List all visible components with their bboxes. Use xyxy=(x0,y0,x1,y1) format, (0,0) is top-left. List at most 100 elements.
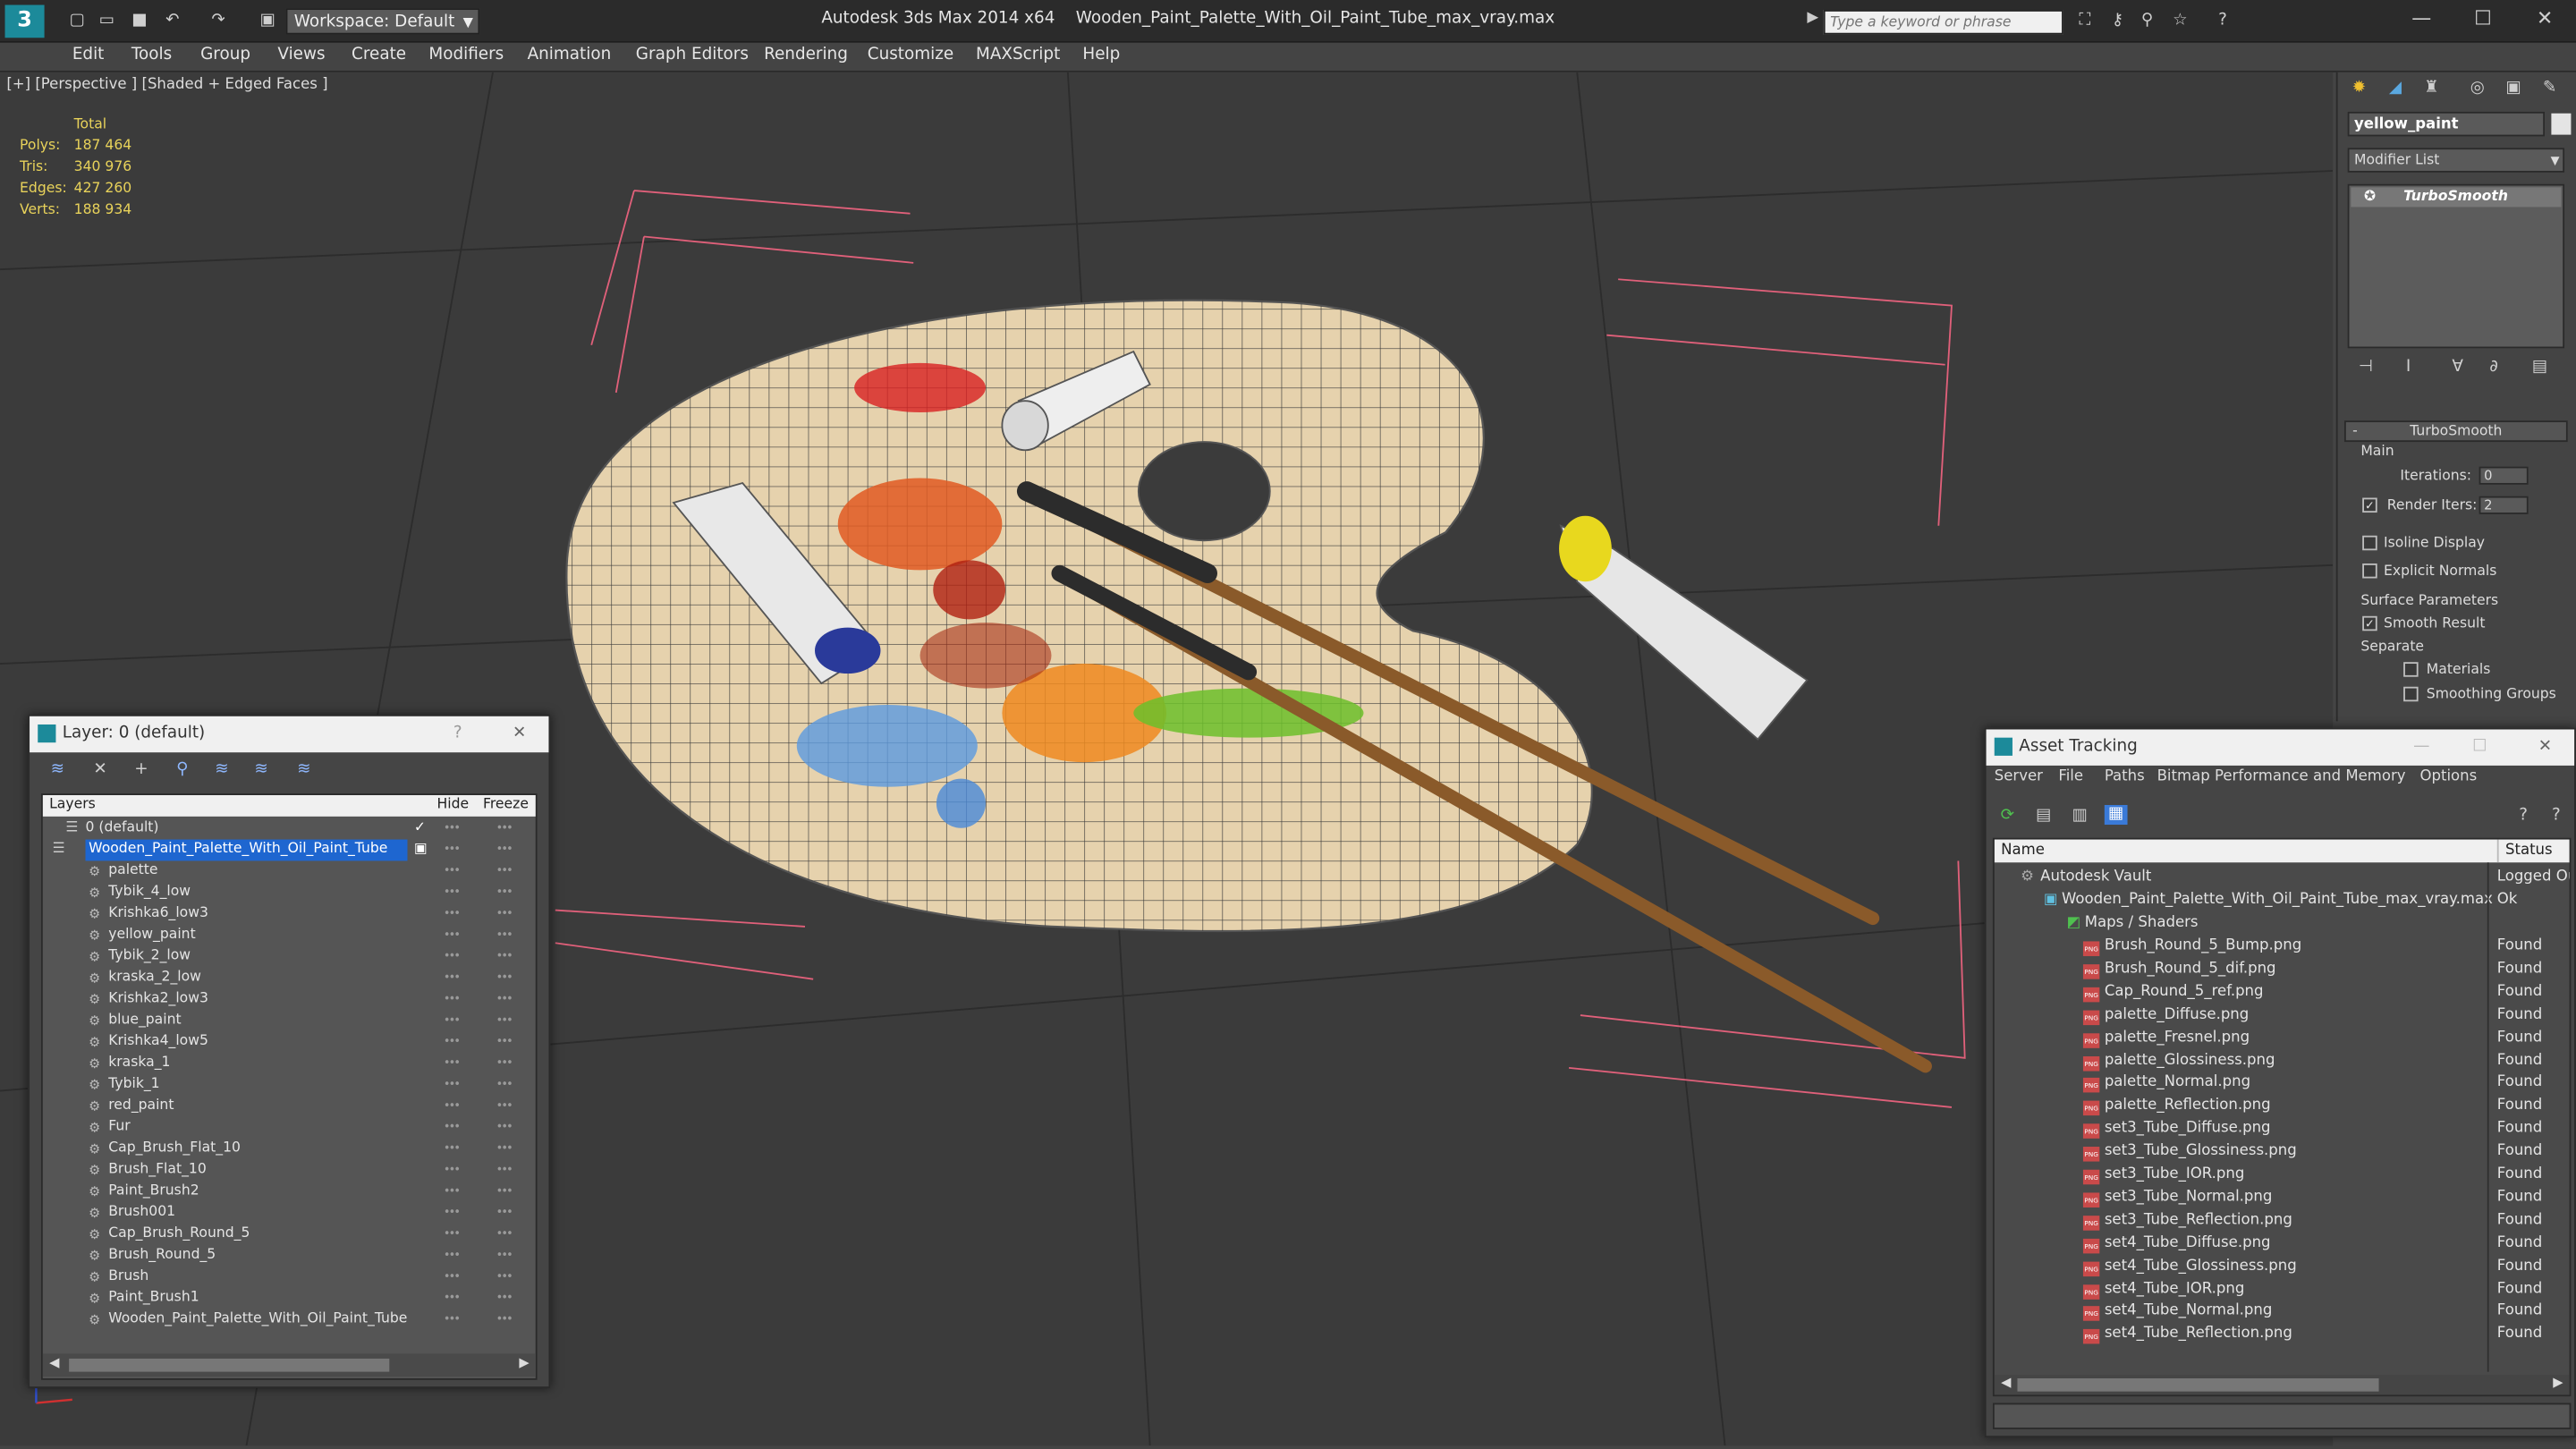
layer-object-row[interactable]: ⚙ Krishka4_low5 ••• ••• xyxy=(43,1031,536,1053)
hide-toggle[interactable]: ••• xyxy=(444,968,461,989)
show-end-result-icon[interactable]: I xyxy=(2397,358,2420,377)
layer-object-row[interactable]: ⚙ Brush_Flat_10 ••• ••• xyxy=(43,1160,536,1182)
help-icon[interactable]: ? xyxy=(2512,807,2535,826)
hide-toggle[interactable]: ••• xyxy=(444,1309,461,1331)
freeze-toggle[interactable]: ••• xyxy=(496,1139,513,1160)
asset-menu-options[interactable]: Options xyxy=(2419,769,2477,785)
layer-object-row[interactable]: ⚙ yellow_paint ••• ••• xyxy=(43,925,536,946)
asset-menu-file[interactable]: File xyxy=(2058,769,2083,785)
vault-row[interactable]: ⚙ Autodesk Vault Logged Ou xyxy=(1995,866,2569,889)
hide-toggle[interactable]: ••• xyxy=(444,840,461,861)
hide-toggle[interactable]: ••• xyxy=(444,925,461,946)
new-layer-icon[interactable]: ≋ xyxy=(46,760,69,780)
layer-window-title-bar[interactable]: Layer: 0 (default) ? ✕ xyxy=(30,716,549,753)
display-tab-icon[interactable]: ▣ xyxy=(2502,79,2525,98)
hide-toggle[interactable]: ••• xyxy=(444,882,461,903)
layer-object-row[interactable]: ⚙ kraska_1 ••• ••• xyxy=(43,1053,536,1074)
menu-tools[interactable]: Tools xyxy=(131,46,172,64)
asset-map-row[interactable]: PNG palette_Reflection.png Found xyxy=(1995,1095,2570,1118)
menu-rendering[interactable]: Rendering xyxy=(764,46,848,64)
hide-toggle[interactable]: ••• xyxy=(444,1160,461,1182)
help-icon[interactable]: ? xyxy=(2211,12,2234,31)
rollout-header[interactable]: - TurboSmooth xyxy=(2343,420,2568,443)
horizontal-scrollbar[interactable]: ◀ ▶ xyxy=(42,1353,536,1377)
network-icon[interactable]: ⚲ xyxy=(2136,12,2159,31)
asset-map-row[interactable]: PNG palette_Fresnel.png Found xyxy=(1995,1026,2570,1049)
asset-map-row[interactable]: PNG set3_Tube_Diffuse.png Found xyxy=(1995,1117,2570,1140)
layer-object-row[interactable]: ⚙ Paint_Brush2 ••• ••• xyxy=(43,1182,536,1203)
menu-create[interactable]: Create xyxy=(352,46,406,64)
hide-toggle[interactable]: ••• xyxy=(444,1096,461,1117)
undo-icon[interactable]: ↶ xyxy=(161,12,184,31)
detail-view-icon[interactable]: ▥ xyxy=(2068,807,2091,826)
asset-map-row[interactable]: PNG set3_Tube_Glossiness.png Found xyxy=(1995,1140,2570,1164)
menu-help[interactable]: Help xyxy=(1082,46,1120,64)
new-file-icon[interactable]: ▢ xyxy=(65,12,89,31)
hide-toggle[interactable]: ••• xyxy=(444,1182,461,1203)
freeze-toggle[interactable]: ••• xyxy=(496,882,513,903)
menu-modifiers[interactable]: Modifiers xyxy=(428,46,504,64)
layer-row[interactable]: ☰ 0 (default) ✓ ••• ••• xyxy=(43,818,536,840)
app-logo-icon[interactable]: 3 xyxy=(4,4,45,38)
object-color-swatch[interactable] xyxy=(2551,113,2572,135)
asset-map-row[interactable]: PNG set3_Tube_Reflection.png Found xyxy=(1995,1208,2570,1232)
freeze-toggle[interactable]: ••• xyxy=(496,925,513,946)
freeze-toggle[interactable]: ••• xyxy=(496,1267,513,1288)
hide-toggle[interactable]: ••• xyxy=(444,1139,461,1160)
close-icon[interactable]: ✕ xyxy=(513,716,526,752)
binoculars-icon[interactable]: ⛶ xyxy=(2073,12,2097,31)
smoothing-groups-checkbox[interactable] xyxy=(2403,686,2419,702)
make-unique-icon[interactable]: ∀ xyxy=(2446,358,2470,377)
modify-tab-icon[interactable]: ◢ xyxy=(2384,79,2407,98)
hide-toggle[interactable]: ••• xyxy=(444,1031,461,1053)
layer-object-row[interactable]: ⚙ Wooden_Paint_Palette_With_Oil_Paint_Tu… xyxy=(43,1309,536,1331)
configure-sets-icon[interactable]: ▤ xyxy=(2529,358,2552,377)
render-iters-spinner[interactable]: 2 xyxy=(2479,496,2529,514)
star-icon[interactable]: ☆ xyxy=(2168,12,2191,31)
scroll-right-icon[interactable]: ▶ xyxy=(519,1355,529,1370)
info-icon[interactable]: ? xyxy=(2545,807,2568,826)
asset-menu-paths[interactable]: Paths xyxy=(2105,769,2145,785)
freeze-toggle[interactable]: ••• xyxy=(496,1182,513,1203)
freeze-toggle[interactable]: ••• xyxy=(496,1288,513,1309)
render-iters-checkbox[interactable]: ✓ xyxy=(2362,497,2377,513)
workspace-dropdown[interactable]: Workspace: Default ▼ xyxy=(285,8,480,35)
refresh-icon[interactable]: ⟳ xyxy=(1996,807,2020,826)
asset-map-row[interactable]: PNG Cap_Round_5_ref.png Found xyxy=(1995,980,2570,1004)
search-arrow-icon[interactable]: ▶ xyxy=(1807,10,1818,26)
open-file-icon[interactable]: ▭ xyxy=(96,12,119,31)
scroll-left-icon[interactable]: ◀ xyxy=(49,1355,59,1370)
pin-stack-icon[interactable]: ⊣ xyxy=(2354,358,2377,377)
create-tab-icon[interactable]: ✹ xyxy=(2348,79,2371,98)
scroll-thumb[interactable] xyxy=(69,1358,390,1372)
asset-menu-server[interactable]: Server xyxy=(1995,769,2043,785)
file-row[interactable]: ▣ Wooden_Paint_Palette_With_Oil_Paint_Tu… xyxy=(1995,889,2570,912)
column-name[interactable]: Name xyxy=(2001,840,2045,863)
asset-map-row[interactable]: PNG set4_Tube_IOR.png Found xyxy=(1995,1277,2570,1301)
hide-toggle[interactable]: ••• xyxy=(444,1011,461,1032)
menu-edit[interactable]: Edit xyxy=(72,46,105,64)
layer-row[interactable]: ☰ Wooden_Paint_Palette_With_Oil_Paint_Tu… xyxy=(43,839,536,861)
asset-map-row[interactable]: PNG set4_Tube_Reflection.png Found xyxy=(1995,1323,2570,1346)
column-hide[interactable]: Hide xyxy=(437,795,470,817)
layer-object-row[interactable]: ⚙ Tybik_2_low ••• ••• xyxy=(43,946,536,968)
smooth-result-checkbox[interactable]: ✓ xyxy=(2362,615,2377,631)
hide-toggle[interactable]: ••• xyxy=(444,818,461,840)
modifier-list-dropdown[interactable]: Modifier List ▼ xyxy=(2347,148,2565,173)
layer-object-row[interactable]: ⚙ Tybik_4_low ••• ••• xyxy=(43,882,536,903)
asset-map-row[interactable]: PNG set4_Tube_Glossiness.png Found xyxy=(1995,1254,2570,1277)
motion-tab-icon[interactable]: ◎ xyxy=(2466,79,2489,98)
hide-toggle[interactable]: ••• xyxy=(444,1288,461,1309)
asset-map-row[interactable]: PNG Brush_Round_5_Bump.png Found xyxy=(1995,935,2570,958)
column-layers[interactable]: Layers xyxy=(49,795,96,817)
highlight-layer-icon[interactable]: ≋ xyxy=(210,760,233,780)
scroll-right-icon[interactable]: ▶ xyxy=(2553,1375,2563,1390)
help-icon[interactable]: ? xyxy=(453,716,462,752)
table-view-icon[interactable]: ▦ xyxy=(2104,804,2128,826)
layer-object-row[interactable]: ⚙ Fur ••• ••• xyxy=(43,1117,536,1139)
freeze-toggle[interactable]: ••• xyxy=(496,1074,513,1096)
asset-map-row[interactable]: PNG set3_Tube_Normal.png Found xyxy=(1995,1186,2570,1209)
layer-object-row[interactable]: ⚙ Brush001 ••• ••• xyxy=(43,1202,536,1224)
active-layer-check-icon[interactable]: ✓ xyxy=(414,818,426,840)
maps-group-row[interactable]: ◩ Maps / Shaders xyxy=(1995,911,2570,935)
